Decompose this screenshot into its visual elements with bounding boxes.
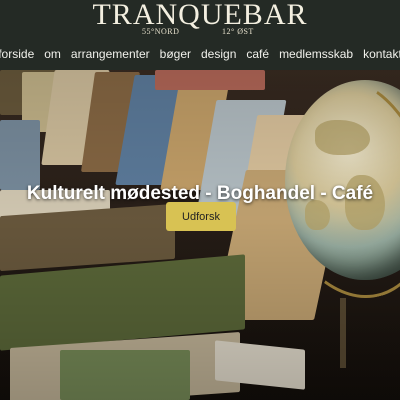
nav-item-boger[interactable]: bøger: [160, 44, 191, 64]
site-header: Tranquebar 55°NORD 12° ØST forside om ar…: [0, 0, 400, 70]
nav-item-design[interactable]: design: [201, 44, 236, 64]
logo-coordinate-east: 12° ØST: [222, 27, 254, 36]
logo-coordinate-north: 55°NORD: [142, 27, 180, 36]
logo-wordmark: Tranquebar: [92, 0, 308, 31]
nav-item-cafe[interactable]: café: [246, 44, 269, 64]
nav-item-arrangementer[interactable]: arrangementer: [71, 44, 150, 64]
nav-item-om[interactable]: om: [44, 44, 61, 64]
main-nav: forside om arrangementer bøger design ca…: [0, 44, 400, 64]
explore-button[interactable]: Udforsk: [166, 202, 236, 231]
logo[interactable]: Tranquebar 55°NORD 12° ØST: [0, 0, 400, 40]
nav-item-kontakt[interactable]: kontakt: [363, 44, 400, 64]
hero-banner: Kulturelt mødested - Boghandel - Café Ud…: [0, 70, 400, 400]
hero-overlay: [0, 70, 400, 400]
nav-item-forside[interactable]: forside: [0, 44, 34, 64]
nav-item-medlemsskab[interactable]: medlemsskab: [279, 44, 353, 64]
